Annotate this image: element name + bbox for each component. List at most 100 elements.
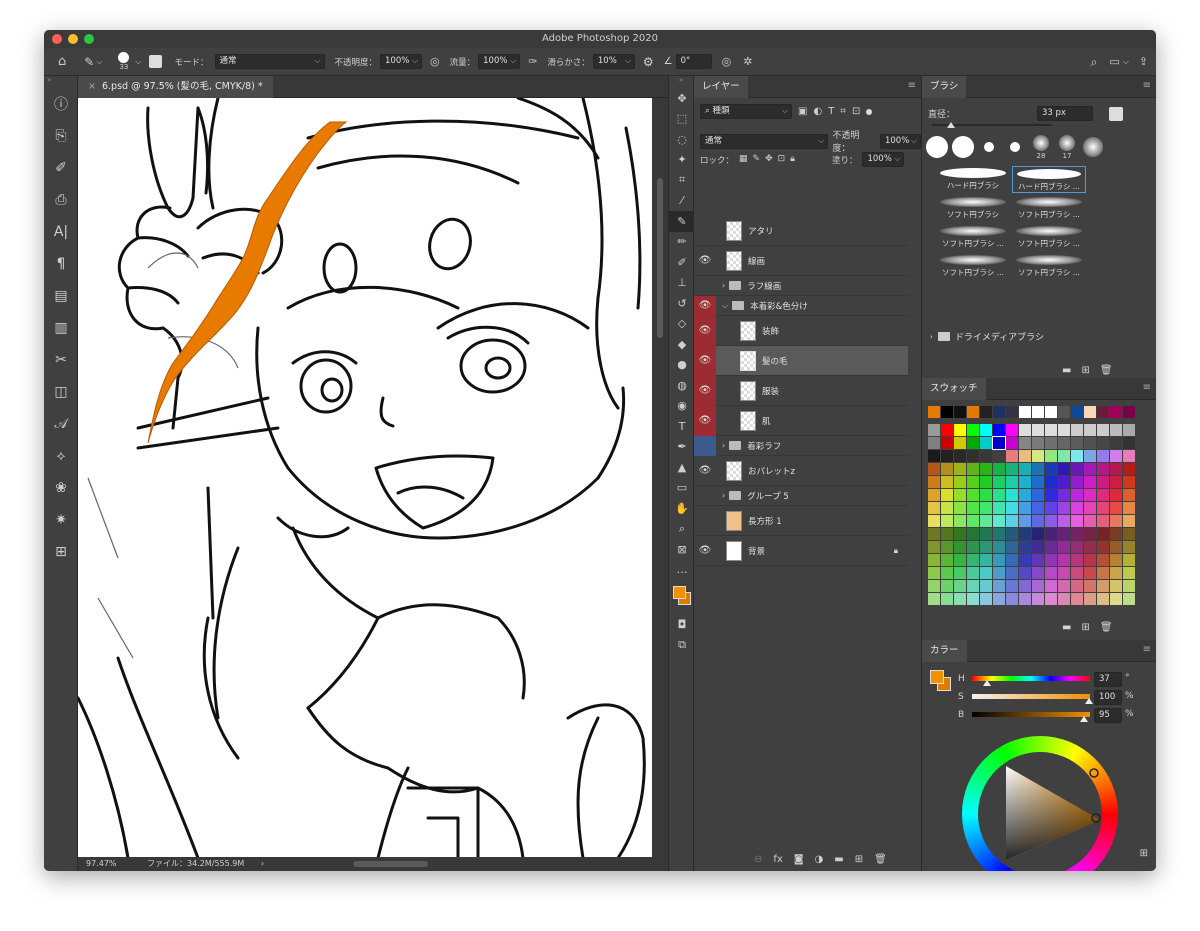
character-icon[interactable]: A| [44, 216, 78, 248]
zoom-level[interactable]: 97.47% [86, 859, 117, 868]
swatch[interactable] [967, 463, 979, 475]
lock-all-icon[interactable]: 🔒︎ [790, 155, 795, 164]
swatch[interactable] [1058, 463, 1070, 475]
layer-row[interactable]: 👁︎ おパレットz [694, 456, 908, 486]
swatch[interactable] [1071, 528, 1083, 540]
swatch[interactable] [1019, 476, 1031, 488]
swatch[interactable] [1032, 437, 1044, 449]
saturation-field[interactable]: 100 [1094, 690, 1122, 705]
swatch[interactable] [967, 554, 979, 566]
swatch[interactable] [941, 528, 953, 540]
layer-row[interactable]: 👁︎ 髪の毛 [694, 345, 908, 376]
swatch[interactable] [1032, 463, 1044, 475]
swatch[interactable] [1123, 515, 1135, 527]
swatch[interactable] [1045, 463, 1057, 475]
swatch[interactable] [1097, 424, 1109, 436]
crop-tool-icon[interactable]: ⌗ [669, 170, 695, 191]
magic-wand-tool-icon[interactable]: ✦ [669, 150, 695, 171]
sponge-tool-icon[interactable]: ◉ [669, 396, 695, 417]
swatch[interactable] [1006, 541, 1018, 553]
swatch[interactable] [928, 476, 940, 488]
swatch[interactable] [980, 515, 992, 527]
screen-mode-icon[interactable]: ⧉ [669, 635, 695, 656]
hidden-eye-slot[interactable] [694, 216, 716, 246]
hidden-eye-slot[interactable] [694, 435, 716, 456]
swatch[interactable] [980, 502, 992, 514]
pixel-filter-icon[interactable]: ▣ [798, 106, 807, 117]
swatch[interactable] [980, 476, 992, 488]
swatch[interactable] [941, 489, 953, 501]
adjustments-icon[interactable]: ⊞ [44, 536, 78, 568]
swatch[interactable] [1032, 450, 1044, 462]
swatch[interactable] [967, 424, 979, 436]
swatch[interactable] [928, 437, 940, 449]
layer-row[interactable]: アタリ [694, 216, 908, 246]
swatch[interactable] [941, 463, 953, 475]
brush-group-row[interactable]: › ドライメディアブラシ [930, 330, 1044, 343]
chevron-down-icon[interactable]: ⌵ [135, 57, 141, 66]
swatch[interactable] [993, 515, 1005, 527]
group-expand-icon[interactable]: › [722, 491, 725, 500]
layer-row[interactable]: 👁︎ 線画 [694, 246, 908, 276]
swatch[interactable] [1071, 554, 1083, 566]
swatch[interactable] [1019, 567, 1031, 579]
swatch[interactable] [1058, 450, 1070, 462]
swatch[interactable] [1071, 424, 1083, 436]
swatch[interactable] [1084, 437, 1096, 449]
brush-tip-preset[interactable] [978, 142, 1000, 152]
swatch[interactable] [1032, 502, 1044, 514]
swatch[interactable] [967, 541, 979, 553]
swatch[interactable] [1019, 437, 1031, 449]
swatch[interactable] [1006, 463, 1018, 475]
eye-icon[interactable]: 👁︎ [694, 536, 716, 566]
brush-size-slider[interactable] [932, 122, 1052, 128]
fill-field[interactable]: 100% [862, 152, 905, 167]
swatch[interactable] [1084, 502, 1096, 514]
swatch[interactable] [1032, 528, 1044, 540]
paths-icon[interactable]: ⟡ [44, 440, 78, 472]
swatch[interactable] [967, 502, 979, 514]
quick-mask-icon[interactable]: ◘ [669, 614, 695, 635]
swatch[interactable] [1084, 580, 1096, 592]
swatch[interactable] [1110, 528, 1122, 540]
swatch[interactable] [1058, 580, 1070, 592]
swatch[interactable] [1032, 541, 1044, 553]
swatch[interactable] [954, 463, 966, 475]
swatch[interactable] [1058, 502, 1070, 514]
workspace-icon[interactable]: ▭ ⌵ [1109, 56, 1128, 67]
swatch[interactable] [1071, 489, 1083, 501]
swatch[interactable] [1019, 450, 1031, 462]
swatch[interactable] [1058, 528, 1070, 540]
eraser-tool-icon[interactable]: ◇ [669, 314, 695, 335]
swatch[interactable] [967, 580, 979, 592]
swatch[interactable] [1110, 541, 1122, 553]
more-tools-icon[interactable]: … [669, 560, 695, 581]
brush-preset[interactable]: ソフト円ブラシ ... [1012, 195, 1086, 222]
swatch[interactable] [928, 502, 940, 514]
swatch[interactable] [993, 580, 1005, 592]
layer-row[interactable]: 👁︎ 背景 🔒︎ [694, 536, 908, 566]
swatch[interactable] [1097, 406, 1109, 418]
angle-field[interactable]: 0° [675, 54, 712, 69]
new-swatch-icon[interactable]: ⊞ [1081, 622, 1089, 633]
swatch[interactable] [1019, 515, 1031, 527]
swatch[interactable] [1123, 489, 1135, 501]
brush-tip-preset[interactable] [1082, 137, 1104, 157]
gear-icon[interactable]: ⚙ [643, 56, 654, 68]
swatch[interactable] [1110, 502, 1122, 514]
swatch[interactable] [941, 567, 953, 579]
brush-size-picker[interactable]: 33 [118, 52, 130, 71]
brush-preset[interactable]: ソフト円ブラシ ... [936, 253, 1010, 280]
color-triangle[interactable] [962, 736, 1118, 871]
swatch[interactable] [993, 567, 1005, 579]
swatch[interactable] [941, 437, 953, 449]
swatch[interactable] [1045, 528, 1057, 540]
swatch[interactable] [993, 450, 1005, 462]
swatch[interactable] [1110, 406, 1122, 418]
swatch[interactable] [967, 593, 979, 605]
brightness-slider[interactable] [972, 712, 1090, 722]
flow-field[interactable]: 100% [478, 54, 521, 69]
swatch[interactable] [1071, 502, 1083, 514]
layer-row[interactable]: 👁︎ 服装 [694, 375, 908, 406]
swatch[interactable] [1097, 463, 1109, 475]
